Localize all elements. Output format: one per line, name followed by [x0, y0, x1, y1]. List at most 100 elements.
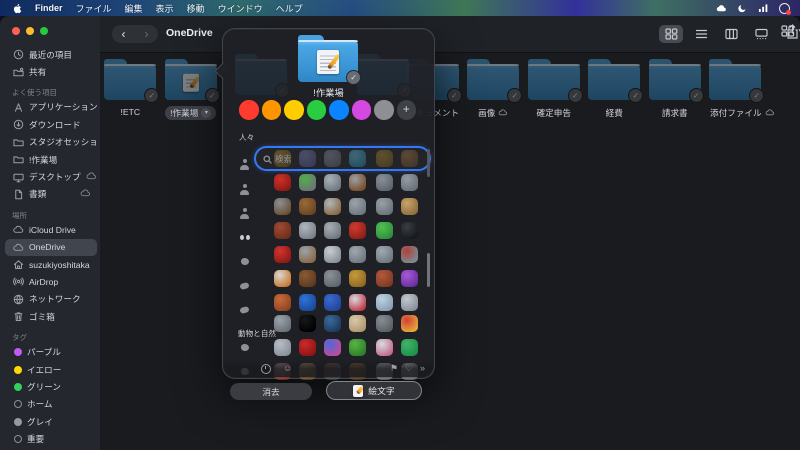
- minimize-button[interactable]: [26, 27, 34, 35]
- sidebar-item--[interactable]: ネットワーク: [5, 291, 97, 308]
- menu-item-3[interactable]: 表示: [156, 2, 174, 15]
- mouse-trap-emoji[interactable]: [401, 197, 418, 215]
- crystal-ball-emoji[interactable]: [401, 269, 418, 287]
- gallery-view-button[interactable]: [749, 25, 773, 43]
- sidebar-item-suzukiyoshitaka[interactable]: suzukiyoshitaka: [5, 256, 97, 273]
- tag-color-3[interactable]: [306, 100, 326, 120]
- x-ray-emoji[interactable]: [324, 314, 341, 332]
- hammer-and-pick-emoji[interactable]: [376, 173, 393, 191]
- funeral-urn-emoji[interactable]: [349, 269, 366, 287]
- adhesive-bandage-emoji[interactable]: [349, 314, 366, 332]
- ear-icon[interactable]: [238, 255, 251, 268]
- syringe-emoji[interactable]: [274, 338, 291, 356]
- folder-icon[interactable]: ✓: [709, 59, 765, 103]
- pick-emoji[interactable]: [274, 197, 291, 215]
- folder-icon[interactable]: ✓: [527, 59, 583, 103]
- ladder-emoji[interactable]: [401, 150, 418, 167]
- apple-menu-icon[interactable]: [13, 3, 22, 14]
- moon-icon[interactable]: [737, 3, 748, 13]
- sidebar-item--[interactable]: 共有: [5, 63, 97, 80]
- clear-button[interactable]: 消去: [230, 383, 312, 400]
- menu-item-finder[interactable]: Finder: [35, 3, 63, 13]
- gear-emoji[interactable]: [376, 197, 393, 215]
- hamsa-emoji[interactable]: [324, 293, 341, 311]
- grid-view-button[interactable]: [659, 25, 683, 43]
- prayer-beads-emoji[interactable]: [274, 293, 291, 311]
- sidebar-item-airdrop[interactable]: AirDrop: [5, 273, 97, 290]
- wrench-emoji[interactable]: [324, 173, 341, 191]
- nut-and-bolt-emoji[interactable]: [349, 197, 366, 215]
- sidebar-item--[interactable]: ダウンロード: [5, 116, 97, 133]
- sidebar-item--[interactable]: グレイ: [5, 413, 97, 430]
- dagger-emoji[interactable]: [349, 245, 366, 263]
- zoom-button[interactable]: [40, 27, 48, 35]
- amphora-emoji[interactable]: [376, 269, 393, 287]
- folder-icon[interactable]: ✓: [467, 59, 523, 103]
- bust-in-silhouette-icon[interactable]: [238, 158, 251, 171]
- folder-icon[interactable]: ✓: [164, 59, 220, 103]
- scrollbar-thumb[interactable]: [426, 253, 430, 287]
- dna-emoji[interactable]: [324, 338, 341, 356]
- blood-drop-emoji[interactable]: [299, 338, 316, 356]
- symbols-category-icon[interactable]: ♡: [405, 363, 413, 373]
- cloud-icon[interactable]: [716, 3, 727, 13]
- menu-item-6[interactable]: ヘルプ: [276, 2, 303, 15]
- hammer-and-wrench-emoji[interactable]: [401, 173, 418, 191]
- sidebar-item--[interactable]: ホーム: [5, 396, 97, 413]
- sidebar-item--[interactable]: アプリケーション: [5, 99, 97, 116]
- bricks-emoji[interactable]: [274, 221, 291, 239]
- cigarette-emoji[interactable]: [274, 269, 291, 287]
- signal-icon[interactable]: [758, 3, 769, 13]
- sidebar-item--[interactable]: デスクトップ: [5, 168, 97, 185]
- scrollbar-thumb-top[interactable]: [426, 149, 430, 177]
- more-categories-icon[interactable]: »: [420, 363, 425, 373]
- chains-emoji[interactable]: [299, 221, 316, 239]
- screwdriver-emoji[interactable]: [299, 173, 316, 191]
- tag-color-1[interactable]: [261, 100, 281, 120]
- list-view-button[interactable]: [689, 25, 713, 43]
- sidebar-item--[interactable]: 最近の項目: [5, 46, 97, 63]
- thumbs-down-icon[interactable]: [238, 279, 251, 292]
- preview-folder-icon[interactable]: ✓: [298, 35, 361, 85]
- sidebar-item--[interactable]: スタジオセッション: [5, 134, 97, 151]
- folder-item[interactable]: ✓ 確定申告: [524, 59, 585, 121]
- pill-emoji[interactable]: [401, 314, 418, 332]
- forward-button[interactable]: ›: [145, 27, 149, 41]
- crossed-swords-emoji[interactable]: [376, 245, 393, 263]
- sidebar-item-onedrive[interactable]: OneDrive: [5, 238, 97, 256]
- sidebar-item--[interactable]: イエロー: [5, 361, 97, 378]
- microbe-emoji[interactable]: [349, 338, 366, 356]
- sidebar-item--[interactable]: ゴミ箱: [5, 308, 97, 325]
- folder-item[interactable]: ✓ !ETC: [100, 59, 161, 120]
- broken-chain-emoji[interactable]: [324, 221, 341, 239]
- sidebar-item--[interactable]: !作業場: [5, 151, 97, 168]
- menu-item-4[interactable]: 移動: [187, 2, 205, 15]
- pointing-hand-icon[interactable]: [238, 303, 251, 316]
- folder-item[interactable]: ✓ !作業場 ▾: [161, 59, 222, 121]
- balance-scale-emoji[interactable]: [376, 150, 393, 167]
- back-button[interactable]: ‹: [122, 27, 126, 41]
- petri-dish-emoji[interactable]: [376, 338, 393, 356]
- alembic-emoji[interactable]: [376, 293, 393, 311]
- folder-icon[interactable]: ✓: [104, 59, 160, 103]
- emoji-tab-button[interactable]: 絵文字: [326, 381, 422, 400]
- eyes-icon[interactable]: [238, 231, 251, 244]
- shield-emoji[interactable]: [401, 245, 418, 263]
- folder-item[interactable]: ✓ 経費: [584, 59, 645, 121]
- toolbox-emoji[interactable]: [274, 173, 291, 191]
- menu-item-1[interactable]: ファイル: [76, 2, 112, 15]
- share-button[interactable]: [786, 24, 800, 44]
- gem-stone-emoji[interactable]: [349, 150, 366, 167]
- close-button[interactable]: [12, 27, 20, 35]
- tag-color-5[interactable]: [351, 100, 371, 120]
- smileys-category-icon[interactable]: ☺: [283, 363, 292, 373]
- sync-alert-icon[interactable]: [779, 2, 791, 15]
- menu-item-5[interactable]: ウインドウ: [218, 2, 263, 15]
- folder-item[interactable]: ✓ 添付ファイル: [705, 59, 774, 121]
- folder-item[interactable]: ✓ 請求書: [645, 59, 706, 121]
- recents-category-icon[interactable]: [261, 364, 271, 374]
- id-card-emoji[interactable]: [324, 150, 341, 167]
- flags-category-icon[interactable]: ⚑: [390, 363, 398, 373]
- add-tag-color-button[interactable]: +: [396, 100, 416, 120]
- shovel-emoji[interactable]: [299, 197, 316, 215]
